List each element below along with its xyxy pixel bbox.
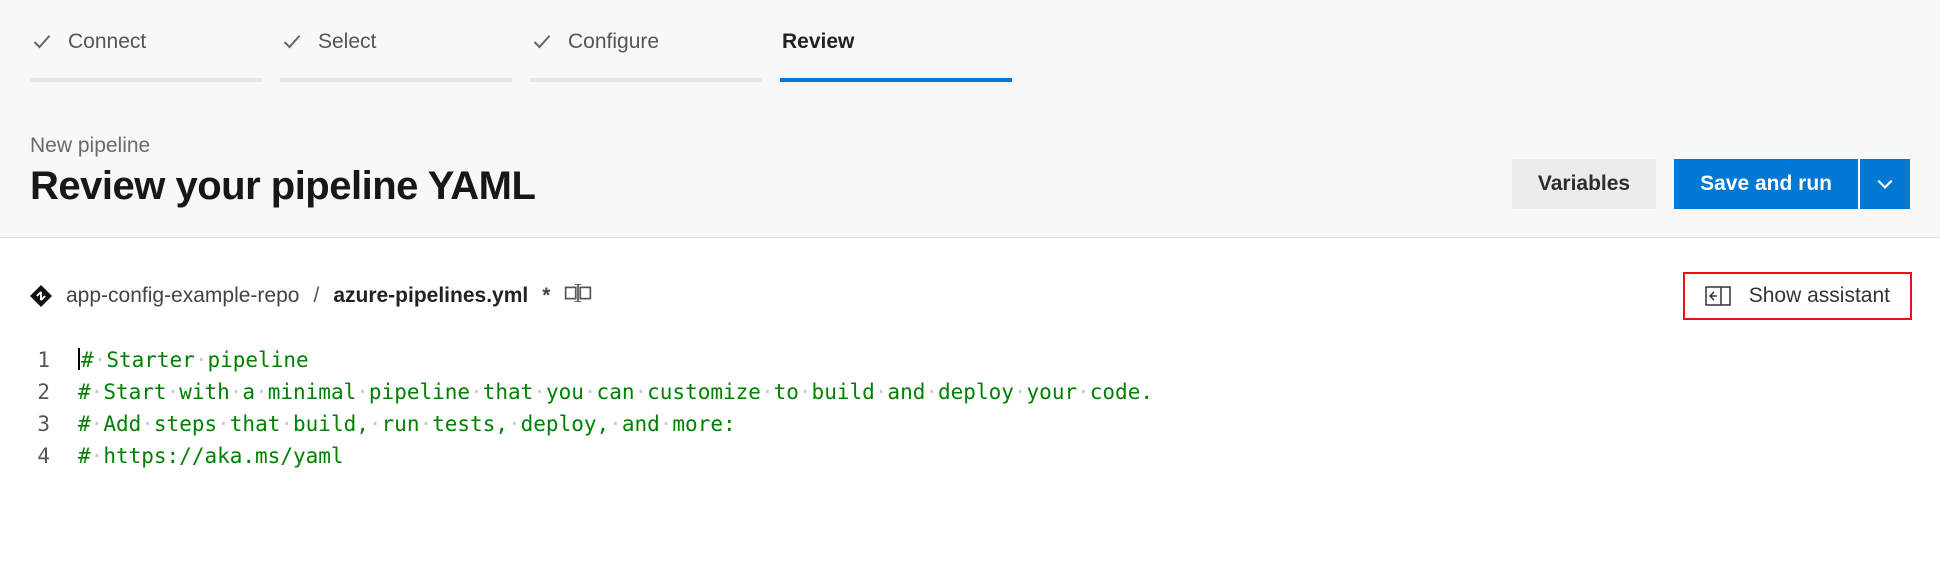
wizard-step-connect[interactable]: Connect bbox=[30, 22, 262, 82]
variables-button[interactable]: Variables bbox=[1512, 159, 1656, 209]
code-line: #·https://aka.ms/yaml bbox=[78, 440, 1153, 472]
check-icon bbox=[282, 32, 302, 52]
gutter-line-number: 4 bbox=[30, 440, 50, 472]
dirty-indicator: * bbox=[542, 284, 550, 308]
rename-icon[interactable] bbox=[564, 284, 588, 308]
code-line: #·Start·with·a·minimal·pipeline·that·you… bbox=[78, 376, 1153, 408]
wizard-step-label: Configure bbox=[568, 30, 659, 54]
wizard-step-configure[interactable]: Configure bbox=[530, 22, 762, 82]
code-line: #·Starter·pipeline bbox=[78, 344, 1153, 376]
wizard-step-label: Select bbox=[318, 30, 376, 54]
show-assistant-button[interactable]: Show assistant bbox=[1685, 274, 1910, 318]
page-subtitle: New pipeline bbox=[30, 134, 535, 158]
check-icon bbox=[32, 32, 52, 52]
chevron-down-icon bbox=[1876, 175, 1894, 193]
wizard-step-label: Review bbox=[782, 30, 854, 54]
check-icon bbox=[532, 32, 552, 52]
gutter-line-number: 2 bbox=[30, 376, 50, 408]
yaml-editor[interactable]: 1234 #·Starter·pipeline#·Start·with·a·mi… bbox=[0, 336, 1940, 472]
editor-gutter: 1234 bbox=[30, 344, 78, 472]
gutter-line-number: 3 bbox=[30, 408, 50, 440]
wizard-step-select[interactable]: Select bbox=[280, 22, 512, 82]
save-and-run-button[interactable]: Save and run bbox=[1674, 159, 1858, 209]
page-title: Review your pipeline YAML bbox=[30, 164, 535, 209]
wizard-steps: Connect Select Configure Review bbox=[30, 0, 1910, 82]
breadcrumb-repo[interactable]: app-config-example-repo bbox=[66, 284, 299, 308]
panel-collapse-icon bbox=[1705, 286, 1731, 306]
repo-icon bbox=[30, 285, 52, 307]
editor-lines[interactable]: #·Starter·pipeline#·Start·with·a·minimal… bbox=[78, 344, 1153, 472]
show-assistant-label: Show assistant bbox=[1749, 284, 1890, 308]
breadcrumb-sep: / bbox=[313, 284, 319, 308]
save-and-run-dropdown[interactable] bbox=[1860, 159, 1910, 209]
save-and-run-split-button: Save and run bbox=[1674, 159, 1910, 209]
breadcrumb: app-config-example-repo / azure-pipeline… bbox=[30, 284, 588, 308]
breadcrumb-file[interactable]: azure-pipelines.yml bbox=[333, 284, 528, 308]
code-line: #·Add·steps·that·build,·run·tests,·deplo… bbox=[78, 408, 1153, 440]
wizard-step-review[interactable]: Review bbox=[780, 22, 1012, 82]
gutter-line-number: 1 bbox=[30, 344, 50, 376]
wizard-step-label: Connect bbox=[68, 30, 146, 54]
